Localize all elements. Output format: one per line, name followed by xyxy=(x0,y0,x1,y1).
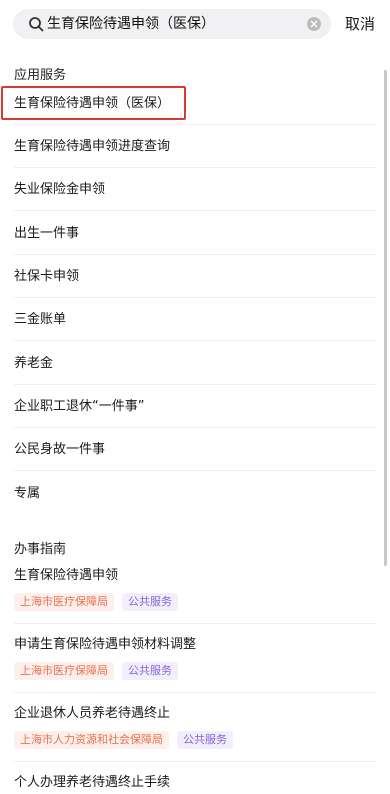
list-item[interactable]: 企业职工退休“一件事” xyxy=(14,385,376,428)
list-item[interactable]: 公民身故一件事 xyxy=(14,428,376,471)
list-item-label: 生育保险待遇申领进度查询 xyxy=(14,139,171,154)
list-item[interactable]: 养老金 xyxy=(14,342,376,385)
org-tag: 上海市医疗保障局 xyxy=(14,593,114,611)
guide-item-title: 企业退休人员养老待遇终止 xyxy=(14,706,171,721)
org-tag: 上海市人力资源和社会保障局 xyxy=(14,731,169,749)
list-item-label: 社保卡申领 xyxy=(14,269,80,284)
list-item-label: 专属 xyxy=(14,486,41,501)
section-title-app-services: 应用服务 xyxy=(14,68,67,83)
list-item[interactable]: 生育保险待遇申领进度查询 xyxy=(14,125,376,168)
list-item[interactable]: 三金账单 xyxy=(14,298,376,341)
guide-item-title: 个人办理养老待遇终止手续 xyxy=(14,775,171,790)
list-item-label: 出生一件事 xyxy=(14,226,80,241)
highlight-box xyxy=(1,86,186,120)
guide-item-title: 生育保险待遇申领 xyxy=(14,568,119,583)
service-type-tag: 公共服务 xyxy=(122,593,178,611)
org-tag: 上海市医疗保障局 xyxy=(14,662,114,680)
list-item[interactable]: 出生一件事 xyxy=(14,212,376,255)
list-item-label: 三金账单 xyxy=(14,312,67,327)
search-header: 生育保险待遇申领（医保） 取消 xyxy=(0,0,390,46)
guide-item[interactable]: 生育保险待遇申领 上海市医疗保障局 公共服务 xyxy=(14,567,376,624)
guide-item[interactable]: 个人办理养老待遇终止手续 xyxy=(14,774,376,794)
clear-icon[interactable] xyxy=(307,17,321,31)
cancel-button[interactable]: 取消 xyxy=(345,12,375,36)
list-item[interactable]: 失业保险金申领 xyxy=(14,168,376,211)
list-item-label: 养老金 xyxy=(14,356,54,371)
search-input[interactable]: 生育保险待遇申领（医保） xyxy=(13,9,331,39)
list-item-label: 企业职工退休“一件事” xyxy=(14,399,145,414)
guide-item-title: 申请生育保险待遇申领材料调整 xyxy=(14,637,197,652)
list-item[interactable]: 专属 xyxy=(14,472,376,515)
list-item[interactable]: 社保卡申领 xyxy=(14,255,376,298)
service-type-tag: 公共服务 xyxy=(122,662,178,680)
scrollbar[interactable] xyxy=(384,70,387,566)
guide-item[interactable]: 申请生育保险待遇申领材料调整 上海市医疗保障局 公共服务 xyxy=(14,636,376,693)
search-query[interactable]: 生育保险待遇申领（医保） xyxy=(47,9,215,39)
section-title-guides: 办事指南 xyxy=(14,542,67,557)
service-type-tag: 公共服务 xyxy=(177,731,233,749)
guide-item[interactable]: 企业退休人员养老待遇终止 上海市人力资源和社会保障局 公共服务 xyxy=(14,705,376,762)
search-icon xyxy=(29,17,44,32)
list-item-label: 公民身故一件事 xyxy=(14,442,106,457)
list-item-label: 失业保险金申领 xyxy=(14,182,106,197)
